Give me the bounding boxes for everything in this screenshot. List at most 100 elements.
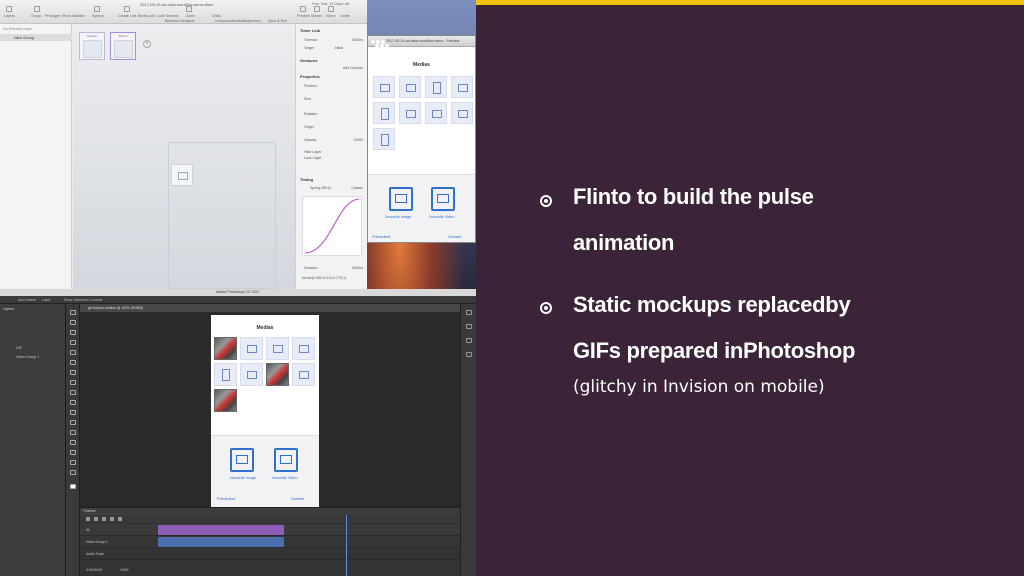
zoom-tool-icon[interactable] bbox=[70, 470, 76, 475]
move-tool-icon[interactable] bbox=[70, 310, 76, 315]
properties-icon[interactable] bbox=[466, 324, 472, 329]
marquee-tool-icon[interactable] bbox=[70, 320, 76, 325]
next-link[interactable]: Suivant bbox=[448, 234, 461, 239]
dodge-tool-icon[interactable] bbox=[70, 410, 76, 415]
image-tile-icon[interactable] bbox=[451, 76, 473, 98]
bullet-icon bbox=[540, 302, 552, 314]
document-canvas[interactable]: Medias Nouvelle Image Nouvelle Video Pré… bbox=[211, 315, 319, 507]
create-link-icon[interactable] bbox=[124, 6, 130, 12]
zoom-icon[interactable] bbox=[186, 6, 192, 12]
pen-tool-icon[interactable] bbox=[70, 420, 76, 425]
swatches-icon[interactable] bbox=[466, 352, 472, 357]
layer-select[interactable]: Layer bbox=[42, 298, 50, 302]
minimize-icon[interactable] bbox=[376, 40, 384, 48]
hide-layer-checkbox[interactable]: Hide Layer bbox=[304, 150, 321, 154]
lasso-tool-icon[interactable] bbox=[70, 330, 76, 335]
close-icon[interactable] bbox=[371, 40, 379, 48]
origin-label: Origin bbox=[304, 125, 314, 129]
previous-link[interactable]: Précédent bbox=[372, 234, 390, 239]
group-icon[interactable] bbox=[34, 6, 40, 12]
video-tile-icon[interactable] bbox=[373, 102, 395, 124]
sidebar-item-new-group[interactable]: New Group bbox=[0, 34, 72, 41]
photo-tile bbox=[214, 337, 237, 360]
video-clip[interactable] bbox=[158, 537, 284, 547]
image-tile-icon[interactable] bbox=[373, 76, 395, 98]
prev-frame-icon[interactable] bbox=[94, 517, 98, 521]
screen-name: Button bbox=[118, 34, 128, 38]
share-icon[interactable] bbox=[328, 6, 334, 12]
screen-thumbnail-medias[interactable]: Medias bbox=[79, 32, 105, 60]
play-icon[interactable] bbox=[102, 517, 106, 521]
timeline-header: Timeline bbox=[80, 508, 460, 515]
opacity-field[interactable]: 100% bbox=[354, 138, 363, 142]
timeline-track[interactable]: 01 bbox=[80, 524, 460, 536]
audio-icon[interactable] bbox=[118, 517, 122, 521]
eraser-tool-icon[interactable] bbox=[70, 390, 76, 395]
layers-icon[interactable] bbox=[6, 6, 12, 12]
timeline-zoom[interactable]: 100% bbox=[120, 568, 129, 572]
history-icon[interactable] bbox=[466, 310, 472, 315]
wand-tool-icon[interactable] bbox=[70, 340, 76, 345]
path-tool-icon[interactable] bbox=[70, 440, 76, 445]
spring-option[interactable]: Spring (RK4) bbox=[310, 186, 331, 190]
video-tile-icon[interactable] bbox=[373, 128, 395, 150]
viewer-icon[interactable] bbox=[314, 6, 320, 12]
breadcrumb: components\medias\preview bbox=[215, 19, 261, 23]
image-tile-icon[interactable] bbox=[399, 76, 421, 98]
gif-clip[interactable] bbox=[158, 525, 284, 535]
timeline-track[interactable]: Audio Track bbox=[80, 548, 460, 560]
timeout-field[interactable]: 500ms bbox=[352, 38, 363, 42]
first-frame-icon[interactable] bbox=[86, 517, 90, 521]
add-screen-button[interactable]: + bbox=[143, 40, 151, 48]
toolbar-label: Zoom bbox=[186, 14, 196, 18]
film-icon bbox=[280, 455, 292, 464]
position-label: Position bbox=[304, 84, 317, 88]
layer-row[interactable]: GIF bbox=[2, 344, 64, 352]
timeline-track[interactable]: Video Group 1 bbox=[80, 536, 460, 548]
zoom-icon[interactable] bbox=[381, 40, 389, 48]
image-placeholder-icon[interactable] bbox=[171, 164, 193, 186]
save-exit-button[interactable]: Save & Exit bbox=[268, 19, 287, 23]
image-tile-icon bbox=[292, 337, 315, 360]
toolbar-label: Layers bbox=[4, 14, 15, 18]
eyedropper-tool-icon[interactable] bbox=[70, 360, 76, 365]
image-tile-icon[interactable] bbox=[425, 102, 447, 124]
stamp-tool-icon[interactable] bbox=[70, 380, 76, 385]
image-tile-icon[interactable] bbox=[451, 102, 473, 124]
previous-link: Précédent bbox=[217, 496, 236, 501]
screen-thumbnail-button[interactable]: Button bbox=[110, 32, 136, 60]
preview-title: 2017-09-19-ios-tabs-workflow demo - Prev… bbox=[386, 39, 460, 43]
transform-controls-checkbox[interactable]: Show Transform Controls bbox=[64, 298, 102, 302]
brush-tool-icon[interactable] bbox=[70, 370, 76, 375]
target-select[interactable]: Initial bbox=[335, 46, 343, 50]
new-image-button[interactable] bbox=[389, 187, 413, 211]
type-tool-icon[interactable] bbox=[70, 430, 76, 435]
bezier-value: bezier(0.550,0.013,0.775,1) bbox=[302, 276, 347, 280]
document-tab[interactable]: gif-horizon-medias @ 100% (RGB/8) bbox=[88, 306, 143, 310]
add-gesture-button[interactable]: Add Gesture bbox=[343, 66, 363, 70]
classic-option[interactable]: Classic bbox=[351, 186, 363, 190]
gradient-tool-icon[interactable] bbox=[70, 400, 76, 405]
video-tile-icon[interactable] bbox=[425, 76, 447, 98]
flinto-canvas[interactable]: Medias Button + bbox=[73, 24, 295, 289]
auto-select-checkbox[interactable]: Auto-Select: bbox=[18, 298, 36, 302]
new-video-button[interactable] bbox=[431, 187, 455, 211]
image-tile-icon[interactable] bbox=[399, 102, 421, 124]
toolbar-label: Share bbox=[326, 14, 336, 18]
hand-tool-icon[interactable] bbox=[70, 460, 76, 465]
layer-row[interactable]: Video Group 1 bbox=[2, 353, 64, 361]
color-swatch-icon[interactable] bbox=[70, 484, 76, 489]
adjustments-icon[interactable] bbox=[466, 338, 472, 343]
next-frame-icon[interactable] bbox=[110, 517, 114, 521]
tools-panel bbox=[66, 304, 80, 576]
lock-layer-checkbox[interactable]: Lock Layer bbox=[304, 156, 322, 160]
new-image-button bbox=[230, 448, 254, 472]
duration-field[interactable]: 600ms bbox=[352, 266, 363, 270]
crop-tool-icon[interactable] bbox=[70, 350, 76, 355]
toolbar-label: Group bbox=[31, 14, 41, 18]
shape-tool-icon[interactable] bbox=[70, 450, 76, 455]
playhead[interactable] bbox=[346, 515, 347, 576]
preview-icon[interactable] bbox=[300, 6, 306, 12]
symbol-icon[interactable] bbox=[94, 6, 100, 12]
easing-curve-editor[interactable] bbox=[302, 196, 362, 256]
